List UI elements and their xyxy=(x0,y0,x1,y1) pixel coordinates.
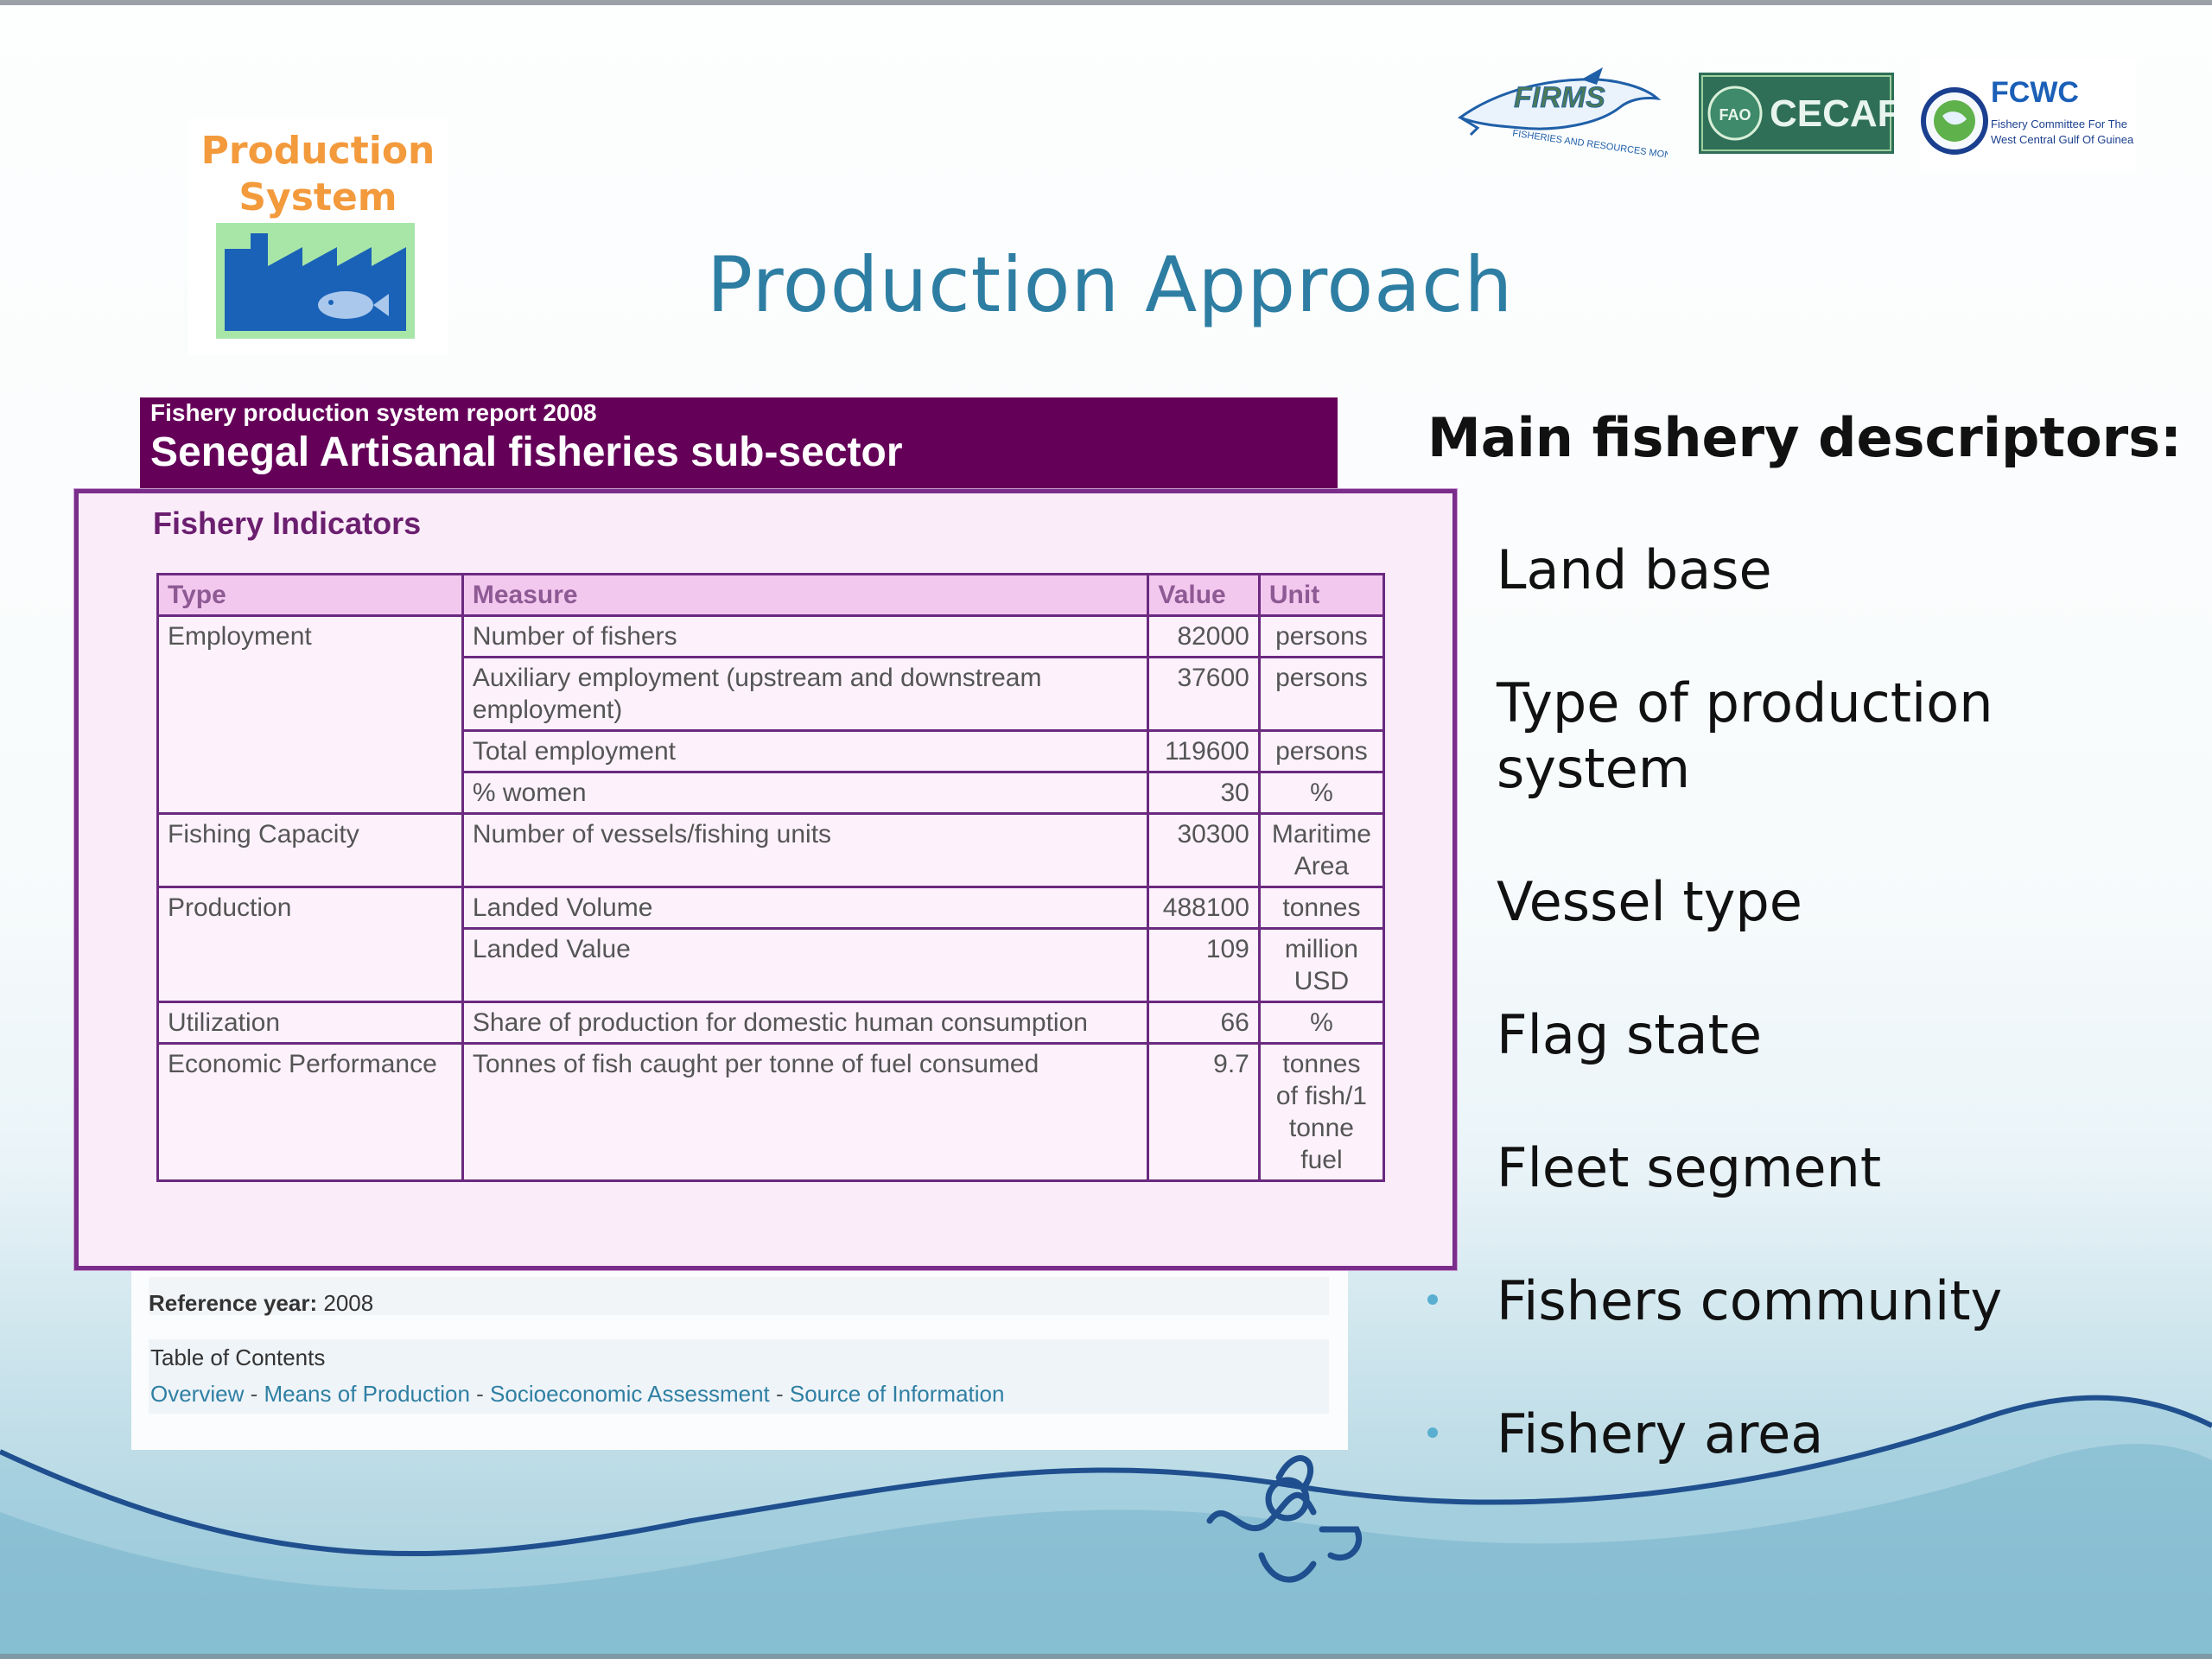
toc-link-source-of-information[interactable]: Source of Information xyxy=(790,1381,1005,1407)
value-cell: 488100 xyxy=(1147,886,1261,930)
bottom-border xyxy=(0,1654,2212,1659)
table-row: Fishing Capacity Number of vessels/fishi… xyxy=(156,812,1386,888)
production-system-badge: Production System xyxy=(188,119,448,354)
unit-cell: tonnes xyxy=(1257,886,1386,930)
indicators-table: Type Measure Value Unit Employment Numbe… xyxy=(156,573,1386,1182)
unit-cell: persons xyxy=(1257,729,1386,773)
type-cell: Fishing Capacity xyxy=(156,812,464,888)
column-header-value: Value xyxy=(1147,573,1261,617)
fishery-indicators-panel: Fishery Indicators Type Measure Value Un… xyxy=(74,489,1457,1270)
badge-title-line2: System xyxy=(238,175,397,219)
table-of-contents: Table of Contents Overview - Means of Pr… xyxy=(149,1339,1329,1414)
descriptors-title: Main fishery descriptors: xyxy=(1427,406,2182,469)
measure-cell: Number of fishers xyxy=(461,614,1150,658)
measure-cell: Landed Value xyxy=(461,927,1150,1003)
descriptor-item: Fleet segment xyxy=(1497,1136,1882,1199)
slide-title: Production Approach xyxy=(707,240,1514,329)
reference-year: Reference year: 2008 xyxy=(149,1277,1329,1316)
reference-year-value: 2008 xyxy=(323,1290,374,1316)
indicators-title: Fishery Indicators xyxy=(153,505,422,541)
table-row: Employment Number of fishers 82000 perso… xyxy=(156,614,1386,815)
table-row: Production Landed Volume 488100 tonnes xyxy=(156,886,1386,1003)
svg-text:FIRMS: FIRMS xyxy=(1514,81,1605,114)
value-cell: 37600 xyxy=(1147,656,1261,732)
value-cell: 30300 xyxy=(1147,812,1261,888)
svg-text:Fishery Committee For The: Fishery Committee For The xyxy=(1991,118,2127,130)
report-header: Fishery production system report 2008 Se… xyxy=(140,397,1338,491)
column-header-unit: Unit xyxy=(1257,573,1386,617)
descriptor-item: Fishery area xyxy=(1497,1402,1824,1465)
measure-cell: Auxiliary employment (upstream and downs… xyxy=(461,656,1150,732)
value-cell: 9.7 xyxy=(1147,1042,1261,1182)
badge-title-line1: Production xyxy=(200,129,435,173)
toc-link-overview[interactable]: Overview xyxy=(150,1381,244,1407)
measure-cell: Landed Volume xyxy=(461,886,1150,930)
table-row: Economic Performance Tonnes of fish caug… xyxy=(156,1042,1386,1182)
toc-links: Overview - Means of Production - Socioec… xyxy=(150,1381,1004,1408)
bullet-dot-icon xyxy=(1427,1427,1438,1438)
table-row: Utilization Share of production for dome… xyxy=(156,1001,1386,1045)
measure-cell: Number of vessels/fishing units xyxy=(461,812,1150,888)
value-cell: 66 xyxy=(1147,1001,1261,1045)
unit-cell: % xyxy=(1257,1001,1386,1045)
slide: Production System FIRMS FISHERIES AND RE… xyxy=(0,0,2212,1659)
value-cell: 109 xyxy=(1147,927,1261,1003)
svg-text:West Central Gulf Of Guinea: West Central Gulf Of Guinea xyxy=(1991,133,2134,146)
top-border xyxy=(0,0,2212,5)
measure-cell: Tonnes of fish caught per tonne of fuel … xyxy=(461,1042,1150,1182)
reference-year-label: Reference year: xyxy=(149,1290,318,1316)
toc-separator: - xyxy=(769,1381,790,1407)
column-header-type: Type xyxy=(156,573,464,617)
factory-fish-icon xyxy=(216,223,415,339)
type-cell: Employment xyxy=(156,614,464,815)
svg-text:CECAF: CECAF xyxy=(1770,92,1894,135)
value-cell: 82000 xyxy=(1147,614,1261,658)
badge-title: Production System xyxy=(188,128,448,221)
bullet-dot-icon xyxy=(1427,1294,1438,1305)
report-name: Senegal Artisanal fisheries sub-sector xyxy=(150,429,903,475)
value-cell: 30 xyxy=(1147,771,1261,815)
toc-heading: Table of Contents xyxy=(150,1344,326,1370)
table-header-row: Type Measure Value Unit xyxy=(156,573,1386,617)
descriptor-item: Flag state xyxy=(1497,1003,1763,1066)
unit-cell: persons xyxy=(1257,656,1386,732)
column-header-measure: Measure xyxy=(461,573,1150,617)
descriptor-item: Type of production system xyxy=(1497,671,1993,800)
cecaf-logo: FAO CECAF xyxy=(1699,73,1894,154)
report-subtitle: Fishery production system report 2008 xyxy=(150,399,597,426)
fcwc-logo: FCWC Fishery Committee For The West Cent… xyxy=(1920,59,2136,171)
unit-cell: million USD xyxy=(1257,927,1386,1003)
measure-cell: Share of production for domestic human c… xyxy=(461,1001,1150,1045)
unit-cell: Maritime Area xyxy=(1257,812,1386,888)
svg-text:FAO: FAO xyxy=(1719,106,1751,124)
descriptor-item: Land base xyxy=(1497,538,1772,601)
toc-link-means-of-production[interactable]: Means of Production xyxy=(264,1381,469,1407)
descriptor-item: Vessel type xyxy=(1497,870,1802,933)
type-cell: Production xyxy=(156,886,464,1003)
toc-separator: - xyxy=(244,1381,264,1407)
type-cell: Utilization xyxy=(156,1001,464,1045)
svg-text:FISHERIES AND RESOURCES MONITO: FISHERIES AND RESOURCES MONITORING SYSTE… xyxy=(1512,129,1668,159)
firms-logo: FIRMS FISHERIES AND RESOURCES MONITORING… xyxy=(1457,67,1668,159)
toc-separator: - xyxy=(469,1381,491,1407)
unit-cell: persons xyxy=(1257,614,1386,658)
value-cell: 119600 xyxy=(1147,729,1261,773)
descriptor-item: Fishers community xyxy=(1497,1269,2003,1332)
type-cell: Economic Performance xyxy=(156,1042,464,1182)
measure-cell: % women xyxy=(461,771,1150,815)
svg-text:FCWC: FCWC xyxy=(1991,76,2079,109)
unit-cell: tonnes of fish/1 tonne fuel xyxy=(1257,1042,1386,1182)
measure-cell: Total employment xyxy=(461,729,1150,773)
unit-cell: % xyxy=(1257,771,1386,815)
toc-link-socioeconomic-assessment[interactable]: Socioeconomic Assessment xyxy=(490,1381,770,1407)
